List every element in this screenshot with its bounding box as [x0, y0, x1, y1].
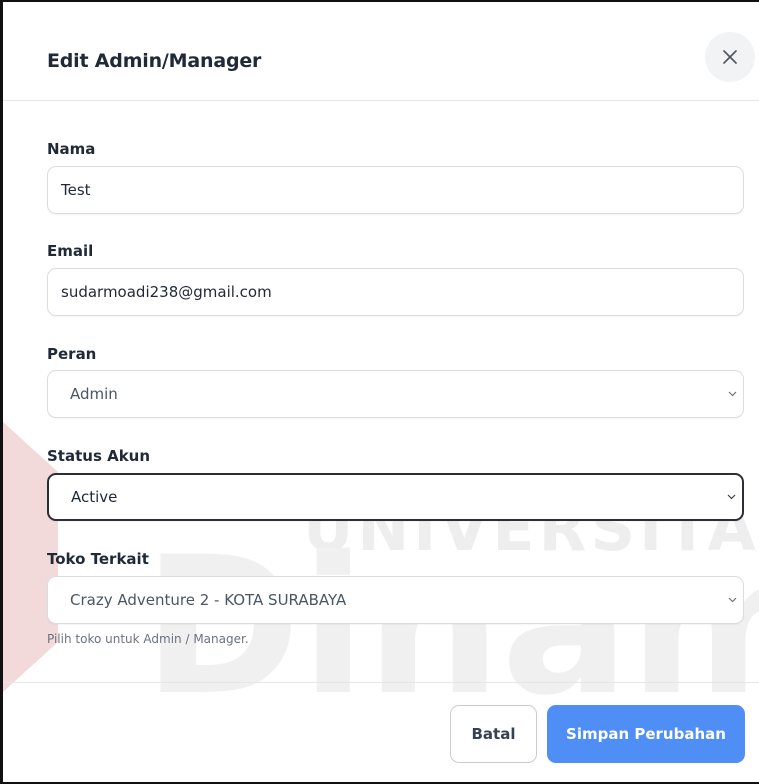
chevron-down-icon: [728, 391, 737, 397]
nama-input[interactable]: Test: [47, 166, 744, 214]
toko-value: Crazy Adventure 2 - KOTA SURABAYA: [70, 591, 347, 609]
status-select[interactable]: Active: [47, 473, 744, 521]
email-input[interactable]: sudarmoadi238@gmail.com: [47, 268, 744, 316]
peran-value: Admin: [70, 385, 118, 403]
chevron-down-icon: [727, 494, 736, 500]
email-label: Email: [47, 242, 94, 260]
edit-admin-modal: Edit Admin/Manager Nama Test Email sudar…: [3, 2, 759, 763]
toko-help-text: Pilih toko untuk Admin / Manager.: [47, 632, 249, 646]
watermark-line2: Dinamika: [143, 516, 759, 737]
peran-select[interactable]: Admin: [47, 370, 744, 418]
status-label: Status Akun: [47, 447, 151, 465]
status-value: Active: [71, 488, 118, 506]
email-value: sudarmoadi238@gmail.com: [61, 283, 272, 301]
save-button[interactable]: Simpan Perubahan: [547, 705, 745, 763]
modal-window: UNIVERSITAS Dinamika Edit Admin/Manager …: [0, 0, 759, 784]
modal-header: Edit Admin/Manager: [3, 2, 759, 101]
close-button[interactable]: [705, 32, 755, 82]
nama-label: Nama: [47, 140, 96, 158]
peran-label: Peran: [47, 345, 97, 363]
toko-label: Toko Terkait: [47, 550, 149, 568]
toko-select[interactable]: Crazy Adventure 2 - KOTA SURABAYA: [47, 576, 744, 624]
chevron-down-icon: [728, 597, 737, 603]
modal-title: Edit Admin/Manager: [47, 50, 262, 72]
footer-divider: [3, 682, 759, 683]
nama-value: Test: [61, 181, 91, 199]
close-icon: [723, 50, 737, 64]
cancel-button[interactable]: Batal: [450, 705, 537, 763]
